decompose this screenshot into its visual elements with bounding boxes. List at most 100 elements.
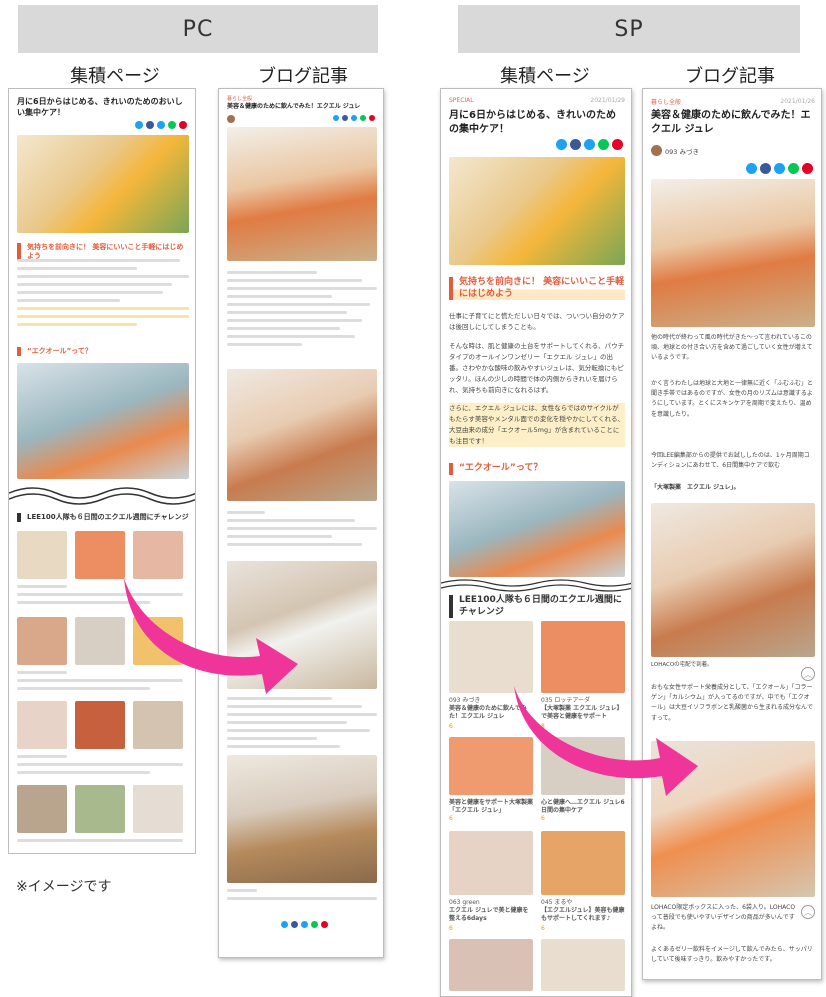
- card-title[interactable]: 【エクエルジュレ】美容も健康もサポートしてくれます♪: [541, 907, 625, 923]
- image-note: ※イメージです: [16, 879, 112, 895]
- sp-archive-category[interactable]: SPECIAL: [449, 97, 474, 104]
- card-image[interactable]: [541, 939, 625, 991]
- twitter-icon[interactable]: [746, 163, 757, 174]
- sp-blog-p3a: 今回LEE編集部からの提供でお試ししたのは、1ヶ月周期コンディションにあわせて、…: [651, 452, 810, 470]
- twitter-icon[interactable]: [135, 121, 143, 129]
- hatena-icon[interactable]: [157, 121, 165, 129]
- pinterest-icon[interactable]: [802, 163, 813, 174]
- card-likes: 6: [541, 815, 545, 822]
- pc-blog-page: 暮らし全般 美容＆健康のために飲んでみた！エクエル ジュレ: [218, 88, 384, 958]
- break-wave: [441, 579, 631, 592]
- card-title[interactable]: 美容と健康をサポート大塚製薬「エクエル ジュレ」: [449, 799, 533, 815]
- hatena-icon[interactable]: [301, 921, 308, 928]
- box-closeup-image: [651, 503, 815, 657]
- pc-archive-heading2: “エクオール”って？: [17, 347, 189, 357]
- sp-label: SP: [614, 16, 644, 42]
- card-image[interactable]: [75, 701, 125, 749]
- twitter-icon[interactable]: [281, 921, 288, 928]
- sp-archive-p2: そんな時は、肌と健康の土台をサポートしてくれる、パウチタイプのオールインワンゼリ…: [449, 342, 625, 395]
- card-image[interactable]: [449, 831, 533, 895]
- equol-image: [17, 363, 189, 479]
- card-likes: 6: [449, 925, 453, 932]
- twitter-icon[interactable]: [333, 115, 339, 121]
- pc-archive-page: 月に6日からはじめる、きれいのためのおいしい集中ケア！ 気持ちを前向きに！ 美容…: [8, 88, 196, 854]
- sp-archive-p3: さらに、エクエル ジュレには、女性ならではのサイクルがもたらす美容やメンタル面で…: [449, 403, 625, 448]
- product-box-image: [227, 127, 377, 261]
- card-title[interactable]: 心と健康へ…エクエル ジュレ6日間の集中ケア: [541, 799, 625, 815]
- card-captions: [17, 839, 183, 847]
- pc-archive-share: [135, 121, 187, 129]
- pc-blog-meta: 暮らし全般: [227, 95, 377, 102]
- card-image[interactable]: [133, 701, 183, 749]
- pc-archive-section-title: LEE100人隊も６日間のエクエル週間にチャレンジ: [17, 513, 189, 523]
- card-image[interactable]: [75, 785, 125, 833]
- pc-blog-body2: [227, 511, 377, 551]
- facebook-icon[interactable]: [342, 115, 348, 121]
- pc-blog-body3: [227, 697, 377, 753]
- facebook-icon[interactable]: [760, 163, 771, 174]
- sp-blog-share: [746, 163, 813, 174]
- pinterest-icon[interactable]: [612, 139, 623, 150]
- card-image[interactable]: [75, 531, 125, 579]
- line-icon[interactable]: [360, 115, 366, 121]
- avatar: [651, 145, 662, 156]
- card-likes: 6: [541, 925, 545, 932]
- hatena-icon[interactable]: [351, 115, 357, 121]
- sp-archive-title: 月に6日からはじめる、きれいのための集中ケア！: [449, 110, 616, 135]
- card-image[interactable]: [133, 785, 183, 833]
- sp-archive-heading1: 気持ちを前向きに！ 美容にいいこと手軽にはじめよう: [449, 277, 625, 301]
- sp-blog-title: 美容＆健康のために飲んでみた！エクエル ジュレ: [651, 110, 811, 135]
- card-image[interactable]: [449, 939, 533, 991]
- sp-arrow: [514, 686, 698, 796]
- line-icon[interactable]: [311, 921, 318, 928]
- scroll-top-button[interactable]: ︿: [801, 905, 815, 919]
- sp-blog-p1: 他の時代が終わって風の時代がきた〜って言われているこの頃、地球との付き合い方を含…: [651, 334, 813, 362]
- pinterest-icon[interactable]: [179, 121, 187, 129]
- sp-blog-category[interactable]: 暮らし全般: [651, 97, 681, 106]
- hero-image: [449, 157, 625, 265]
- sp-blog-date: 2021/01/26: [780, 98, 815, 105]
- avatar: [227, 115, 235, 123]
- card-image[interactable]: [17, 617, 67, 665]
- pinterest-icon[interactable]: [369, 115, 375, 121]
- card-title[interactable]: エクエル ジュレで美と健康を整える6days: [449, 907, 533, 923]
- sp-blog-author[interactable]: 093 みづき: [665, 146, 699, 156]
- sp-archive-meta: SPECIAL 2021/01/29: [449, 97, 625, 104]
- equol-image: [449, 481, 625, 577]
- line-icon[interactable]: [168, 121, 176, 129]
- pc-arrow: [124, 578, 298, 694]
- card-image[interactable]: [17, 531, 67, 579]
- sp-blog-p6: よくあるゼリー飲料をイメージして飲んでみたら、サッパリしていて後味すっきり。飲み…: [651, 946, 813, 964]
- facebook-icon[interactable]: [570, 139, 581, 150]
- twitter-icon[interactable]: [556, 139, 567, 150]
- sp-archive-share: [556, 139, 623, 150]
- sp-archive-section-title: LEE100人隊も６日間のエクエル週間にチャレンジ: [449, 595, 625, 619]
- sp-blog-p2: かく言うわたしは地球と大地と一律無に近く「ふむふむ」と聞き手帯ではあるのですが、…: [651, 380, 814, 418]
- card-captions: [17, 755, 183, 779]
- card-image[interactable]: [17, 785, 67, 833]
- card-author: 063 green: [449, 899, 480, 906]
- sp-archive-heading: 集積ページ: [500, 66, 590, 87]
- pet-image: [227, 755, 377, 883]
- pc-blog-tags: [227, 889, 377, 905]
- sp-blog-caption1: LOHACOの宅配で到着。: [651, 662, 713, 668]
- card-image[interactable]: [75, 617, 125, 665]
- product-box-image: [651, 179, 815, 327]
- hatena-icon[interactable]: [774, 163, 785, 174]
- facebook-icon[interactable]: [291, 921, 298, 928]
- pinterest-icon[interactable]: [321, 921, 328, 928]
- card-image[interactable]: [541, 831, 625, 895]
- hero-image: [17, 135, 189, 233]
- line-icon[interactable]: [788, 163, 799, 174]
- break-wave: [9, 487, 195, 505]
- card-image[interactable]: [17, 701, 67, 749]
- pc-blog-share: [333, 115, 375, 121]
- scroll-top-button[interactable]: ︿: [801, 667, 815, 681]
- hatena-icon[interactable]: [584, 139, 595, 150]
- pc-blog-heading: ブログ記事: [258, 66, 348, 87]
- facebook-icon[interactable]: [146, 121, 154, 129]
- line-icon[interactable]: [598, 139, 609, 150]
- pc-blog-category[interactable]: 暮らし全般: [227, 95, 252, 102]
- card-author: 045 まるや: [541, 899, 573, 906]
- sp-archive-p1: 仕事に子育てにと慌ただしい日々では、ついつい自分のケアは後回しにしてしまうことも…: [449, 312, 625, 332]
